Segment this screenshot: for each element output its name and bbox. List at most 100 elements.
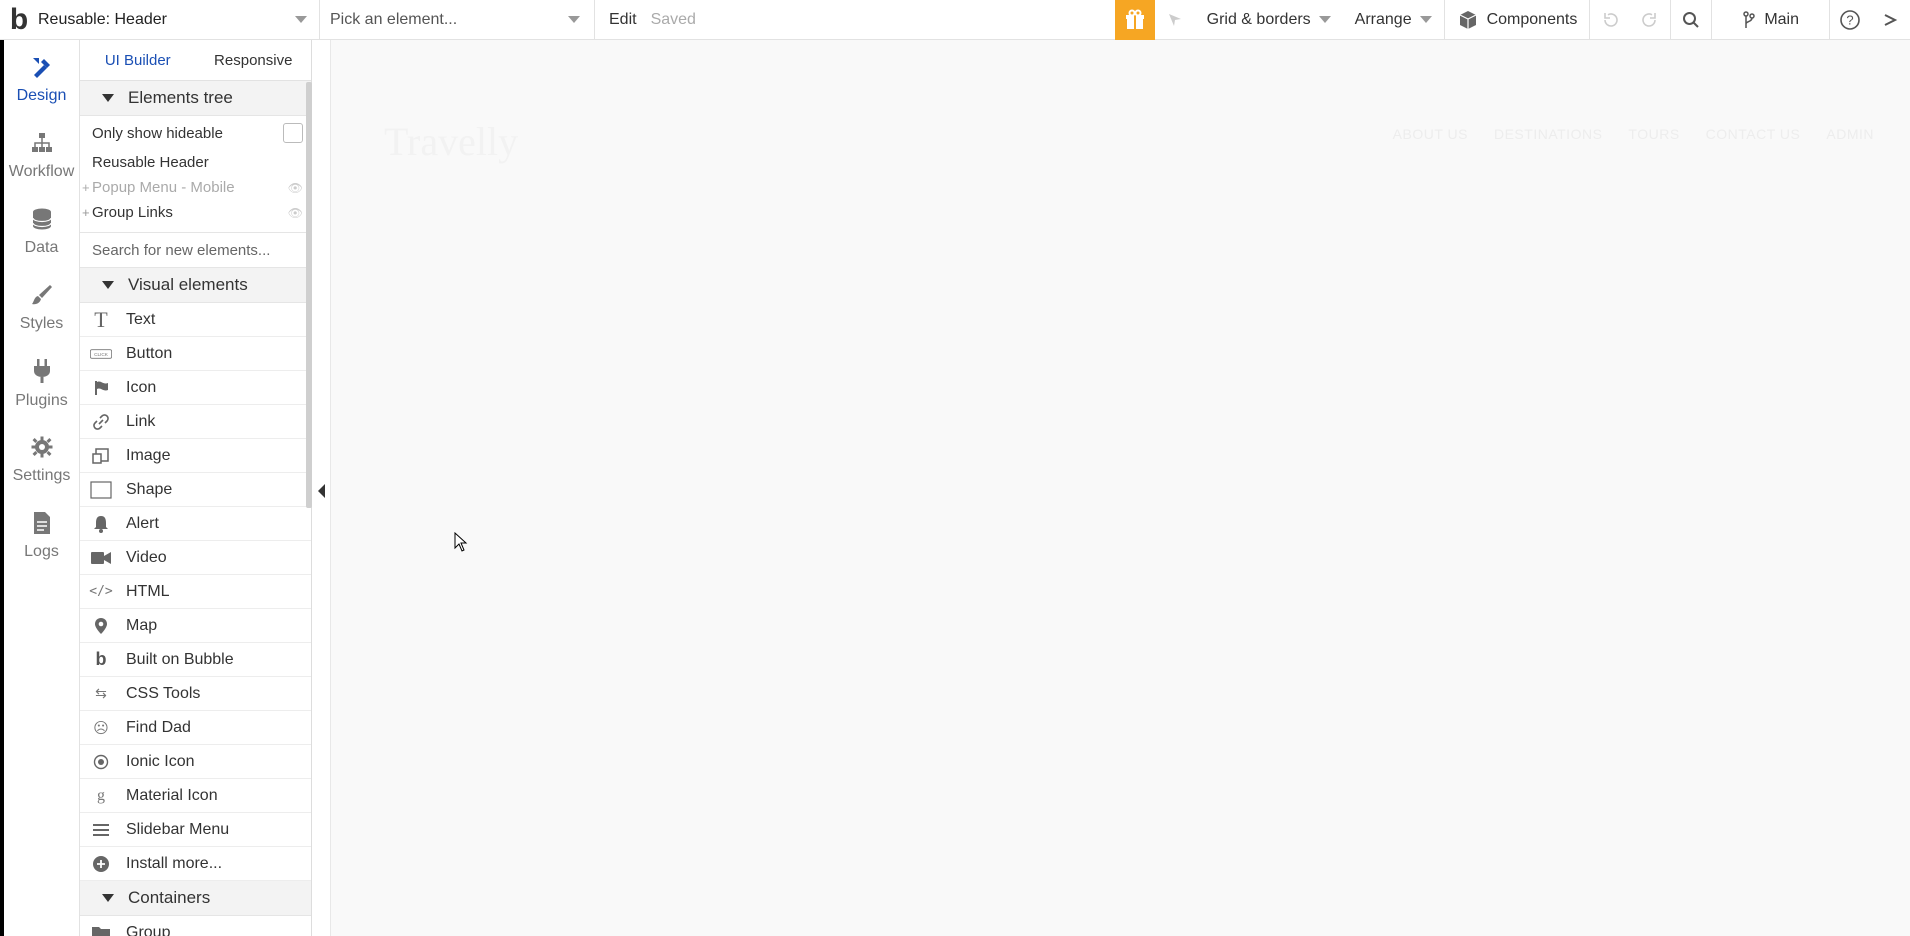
element-picker-placeholder: Pick an element...: [330, 10, 458, 28]
tree-item-reusable-header[interactable]: Reusable Header: [80, 150, 311, 175]
element-alert[interactable]: Alert: [80, 507, 311, 541]
tab-ui-builder[interactable]: UI Builder: [80, 40, 196, 80]
element-icon[interactable]: Icon: [80, 371, 311, 405]
only-hideable-checkbox[interactable]: [283, 123, 303, 143]
containers-title: Containers: [128, 888, 211, 907]
containers-header[interactable]: Containers: [80, 881, 311, 916]
element-link[interactable]: Link: [80, 405, 311, 439]
database-icon: [31, 208, 52, 230]
grid-borders-label: Grid & borders: [1206, 10, 1311, 28]
tree-item-popup-menu[interactable]: + Popup Menu - Mobile 👁: [80, 175, 311, 200]
element-label: Button: [126, 344, 173, 362]
visual-elements-header[interactable]: Visual elements: [80, 268, 311, 303]
panel-scrollbar[interactable]: [306, 82, 312, 508]
svg-text:?: ?: [1846, 12, 1853, 27]
element-map[interactable]: Map: [80, 609, 311, 643]
search-icon[interactable]: [1670, 0, 1711, 40]
arrows-icon: ⇆: [95, 685, 107, 701]
document-icon: [33, 512, 50, 534]
nav-plugins[interactable]: Plugins: [4, 348, 79, 420]
element-css-tools[interactable]: ⇆ CSS Tools: [80, 677, 311, 711]
chevron-down-icon: [1318, 16, 1331, 23]
material-icon: g: [97, 786, 105, 804]
svg-text:CLICK: CLICK: [94, 351, 109, 356]
element-image[interactable]: Image: [80, 439, 311, 473]
design-icon: [32, 58, 50, 78]
code-icon: </>: [89, 584, 113, 599]
nav-workflow[interactable]: Workflow: [4, 120, 79, 192]
collapse-panel-icon[interactable]: [318, 484, 325, 498]
elements-tree-header[interactable]: Elements tree: [80, 81, 311, 116]
canvas-link-about[interactable]: ABOUT US: [1393, 126, 1468, 142]
element-search-input[interactable]: Search for new elements...: [80, 232, 311, 268]
branch-selector[interactable]: Main: [1711, 0, 1829, 40]
canvas-brand-text[interactable]: Travelly: [384, 118, 518, 165]
element-shape[interactable]: Shape: [80, 473, 311, 507]
element-slidebar-menu[interactable]: Slidebar Menu: [80, 813, 311, 847]
ionic-icon: [90, 754, 112, 770]
chevron-down-icon: [1419, 16, 1432, 23]
plus-icon[interactable]: +: [82, 205, 92, 220]
eye-icon[interactable]: 👁: [288, 181, 303, 195]
nav-label: Data: [24, 239, 59, 256]
map-pin-icon: [90, 617, 112, 635]
element-label: Map: [126, 616, 158, 634]
image-icon: [90, 447, 112, 465]
plus-icon[interactable]: +: [82, 180, 92, 195]
text-icon: T: [94, 306, 108, 332]
expand-icon[interactable]: [1870, 0, 1910, 40]
nav-logs[interactable]: Logs: [4, 500, 79, 572]
nav-design[interactable]: Design: [4, 44, 79, 116]
element-picker[interactable]: Pick an element...: [320, 0, 595, 40]
element-label: HTML: [126, 582, 170, 600]
select-pointer-icon[interactable]: [1155, 0, 1195, 40]
gift-icon[interactable]: [1114, 0, 1155, 40]
canvas-link-contact[interactable]: CONTACT US: [1706, 126, 1801, 142]
arrange-menu[interactable]: Arrange: [1343, 0, 1444, 40]
element-label: Shape: [126, 480, 173, 498]
components-button[interactable]: Components: [1443, 0, 1590, 40]
hamburger-icon: [90, 823, 112, 836]
eye-icon[interactable]: 👁: [288, 206, 303, 220]
chevron-down-icon: [568, 16, 580, 23]
element-html[interactable]: </> HTML: [80, 575, 311, 609]
element-ionic-icon[interactable]: Ionic Icon: [80, 745, 311, 779]
canvas-link-tours[interactable]: TOURS: [1628, 126, 1679, 142]
nav-data[interactable]: Data: [4, 196, 79, 268]
nav-settings[interactable]: Settings: [4, 424, 79, 496]
edit-menu[interactable]: Edit: [595, 11, 651, 29]
panel-tabs: UI Builder Responsive: [80, 40, 311, 81]
undo-icon[interactable]: [1589, 0, 1630, 40]
page-selector-label: Reusable: Header: [38, 10, 167, 28]
only-hideable-label: Only show hideable: [92, 124, 223, 142]
tab-responsive[interactable]: Responsive: [196, 40, 312, 80]
nav-styles[interactable]: Styles: [4, 272, 79, 344]
element-built-on-bubble[interactable]: b Built on Bubble: [80, 643, 311, 677]
help-icon[interactable]: ?: [1829, 0, 1870, 40]
element-video[interactable]: Video: [80, 541, 311, 575]
tree-item-group-links[interactable]: + Group Links 👁: [80, 200, 311, 225]
bubble-logo-icon[interactable]: b: [0, 0, 38, 40]
element-label: Material Icon: [126, 786, 218, 804]
visual-elements-title: Visual elements: [128, 275, 248, 294]
element-label: Text: [126, 310, 156, 328]
element-label: Built on Bubble: [126, 650, 234, 668]
element-label: Group: [126, 923, 171, 936]
grid-borders-menu[interactable]: Grid & borders: [1195, 0, 1343, 40]
canvas-link-admin[interactable]: ADMIN: [1826, 126, 1874, 142]
element-group[interactable]: Group: [80, 916, 311, 936]
element-label: Video: [126, 548, 167, 566]
redo-icon[interactable]: [1630, 0, 1670, 40]
element-install-more[interactable]: Install more...: [80, 847, 311, 881]
save-status: Saved: [650, 10, 696, 28]
mouse-cursor-icon: [454, 532, 468, 552]
element-text[interactable]: T Text: [80, 303, 311, 337]
element-material-icon[interactable]: g Material Icon: [80, 779, 311, 813]
tree-item-label: Reusable Header: [92, 154, 209, 171]
tree-item-label: Group Links: [92, 204, 173, 221]
element-button[interactable]: CLICK Button: [80, 337, 311, 371]
design-canvas[interactable]: [330, 40, 1910, 936]
element-find-dad[interactable]: ☹ Find Dad: [80, 711, 311, 745]
canvas-link-destinations[interactable]: DESTINATIONS: [1494, 126, 1602, 142]
page-selector[interactable]: Reusable: Header: [38, 0, 320, 40]
